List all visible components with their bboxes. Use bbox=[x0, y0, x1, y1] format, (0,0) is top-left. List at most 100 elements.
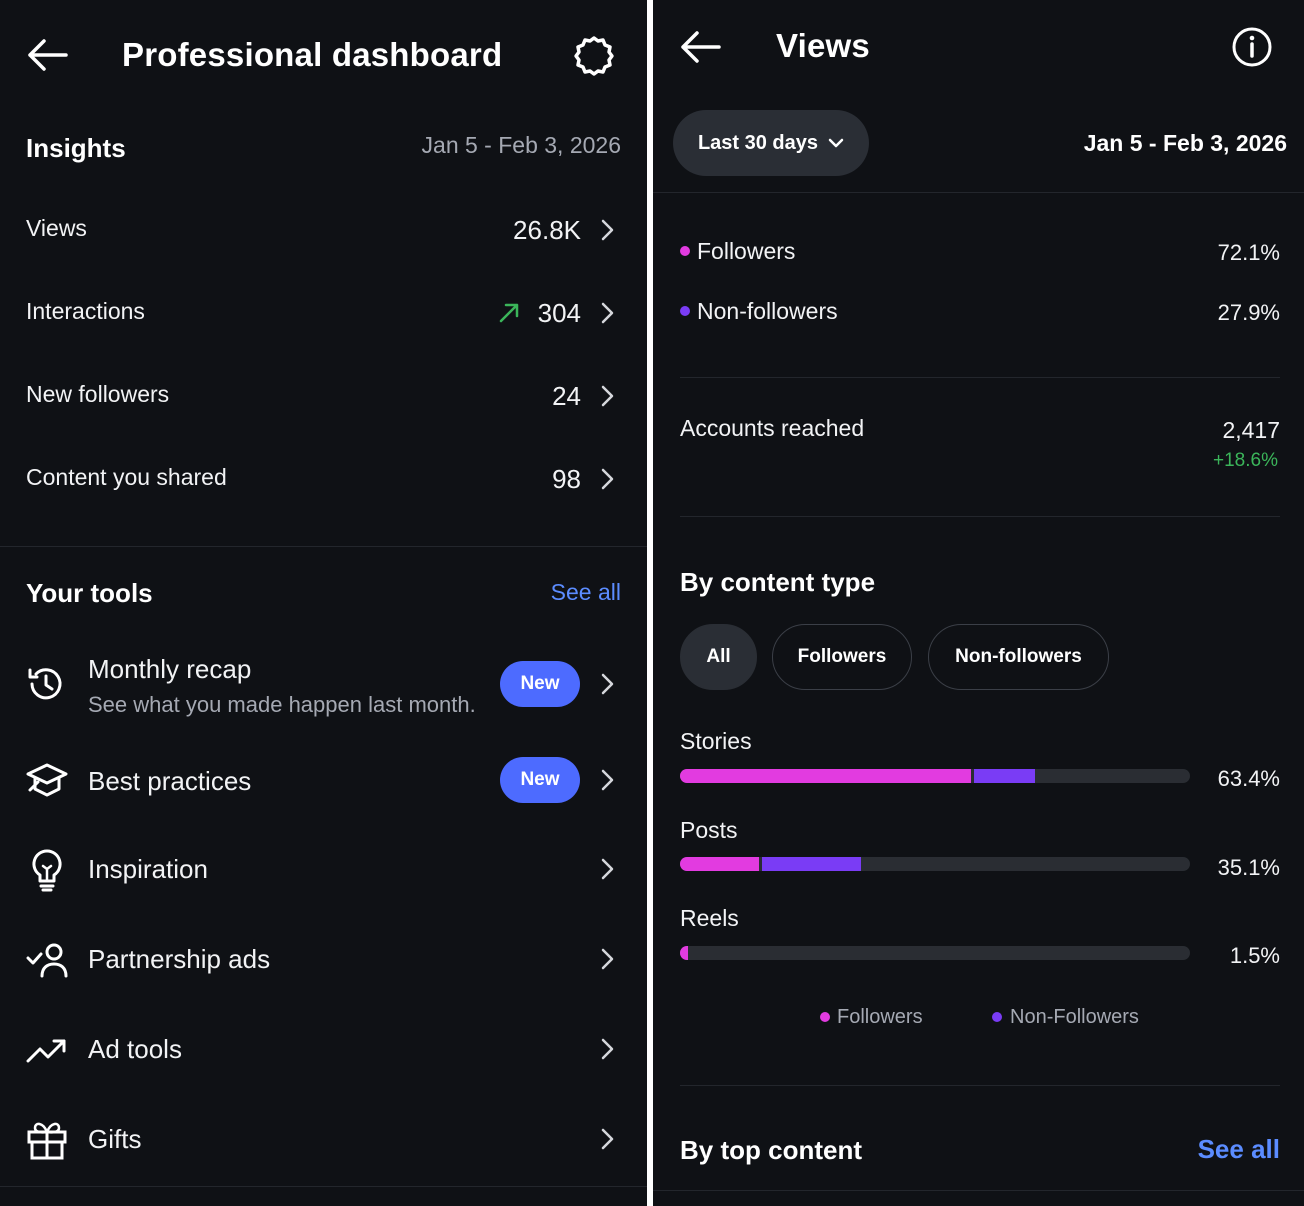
top-content-see-all-link[interactable]: See all bbox=[1198, 1134, 1280, 1165]
top-content-title: By top content bbox=[680, 1135, 862, 1165]
tool-label: Ad tools bbox=[88, 1034, 182, 1064]
page-title: Views bbox=[776, 27, 870, 64]
tool-item-ad-tools[interactable]: Ad tools bbox=[0, 1014, 647, 1086]
filter-non-followers[interactable]: Non-followers bbox=[928, 624, 1109, 690]
new-badge: New bbox=[500, 661, 580, 707]
section-divider bbox=[653, 192, 1304, 193]
content-row-label: Posts bbox=[680, 817, 738, 843]
accounts-reached-value: 2,417 bbox=[1222, 417, 1280, 443]
insights-date-range: Jan 5 - Feb 3, 2026 bbox=[421, 132, 621, 158]
stories-bar bbox=[680, 769, 1190, 783]
insight-row-interactions[interactable]: Interactions 304 bbox=[0, 278, 647, 348]
history-icon bbox=[26, 664, 66, 704]
professional-dashboard-panel: Professional dashboard Insights Jan 5 - … bbox=[0, 0, 647, 1206]
tool-label: Gifts bbox=[88, 1124, 142, 1154]
insight-label: Views bbox=[26, 215, 87, 241]
tool-label: Monthly recap bbox=[88, 654, 252, 684]
section-divider bbox=[680, 516, 1280, 517]
section-divider bbox=[680, 377, 1280, 378]
chevron-right-icon bbox=[601, 1128, 615, 1150]
insights-title: Insights bbox=[26, 133, 126, 163]
back-arrow-icon[interactable] bbox=[26, 36, 68, 74]
legend-followers-label: Followers bbox=[837, 1006, 923, 1028]
posts-followers-segment bbox=[680, 857, 759, 871]
followers-label: Followers bbox=[697, 238, 796, 264]
lightbulb-icon bbox=[28, 848, 66, 892]
graduation-cap-icon bbox=[26, 760, 68, 800]
stories-non-followers-segment bbox=[974, 769, 1035, 783]
non-followers-dot bbox=[680, 306, 690, 316]
tool-item-partnership-ads[interactable]: Partnership ads bbox=[0, 924, 647, 996]
insight-value: 26.8K bbox=[513, 215, 581, 245]
page-title: Professional dashboard bbox=[122, 36, 503, 73]
date-range-label: Last 30 days bbox=[697, 131, 819, 154]
tool-item-gifts[interactable]: Gifts bbox=[0, 1104, 647, 1176]
tool-subtitle: See what you made happen last month. bbox=[88, 692, 476, 717]
tool-item-inspiration[interactable]: Inspiration bbox=[0, 834, 647, 906]
reels-bar bbox=[680, 946, 1190, 960]
tools-title: Your tools bbox=[26, 578, 153, 608]
accounts-reached-label: Accounts reached bbox=[680, 415, 865, 441]
posts-bar bbox=[680, 857, 1190, 871]
section-divider bbox=[653, 1190, 1304, 1191]
stories-followers-segment bbox=[680, 769, 971, 783]
insight-label: Interactions bbox=[26, 298, 145, 324]
chevron-down-icon bbox=[828, 138, 844, 148]
insight-row-content-shared[interactable]: Content you shared 98 bbox=[0, 444, 647, 514]
new-badge: New bbox=[500, 757, 580, 803]
settings-gear-icon[interactable] bbox=[572, 34, 616, 78]
insight-value: 98 bbox=[552, 464, 581, 494]
accounts-reached-change: +18.6% bbox=[1213, 450, 1278, 471]
chevron-right-icon bbox=[601, 769, 615, 791]
followers-dot bbox=[680, 246, 690, 256]
chevron-right-icon bbox=[601, 219, 615, 241]
trending-line-icon bbox=[26, 1036, 68, 1064]
insight-label: New followers bbox=[26, 381, 170, 407]
chevron-right-icon bbox=[601, 948, 615, 970]
filter-all[interactable]: All bbox=[680, 624, 757, 690]
insight-row-new-followers[interactable]: New followers 24 bbox=[0, 361, 647, 431]
legend-non-followers-label: Non-Followers bbox=[1010, 1006, 1139, 1028]
trend-up-arrow-icon bbox=[498, 302, 520, 324]
posts-percent: 35.1% bbox=[1217, 855, 1280, 880]
content-type-title: By content type bbox=[680, 567, 876, 597]
views-panel: Views Last 30 days Jan 5 - Feb 3, 2026 F… bbox=[653, 0, 1304, 1206]
non-followers-label: Non-followers bbox=[697, 298, 838, 324]
insight-row-views[interactable]: Views 26.8K bbox=[0, 195, 647, 265]
filter-followers[interactable]: Followers bbox=[772, 624, 912, 690]
followers-percent: 72.1% bbox=[1217, 240, 1280, 265]
date-range-dropdown[interactable]: Last 30 days bbox=[673, 110, 869, 176]
section-divider bbox=[0, 1186, 647, 1187]
tool-label: Partnership ads bbox=[88, 944, 271, 974]
chevron-right-icon bbox=[601, 385, 615, 407]
insight-value: 24 bbox=[552, 381, 581, 411]
legend-followers-dot bbox=[820, 1012, 830, 1022]
chevron-right-icon bbox=[601, 468, 615, 490]
insight-value: 304 bbox=[537, 298, 581, 328]
chevron-right-icon bbox=[601, 673, 615, 695]
stories-percent: 63.4% bbox=[1217, 766, 1280, 791]
back-arrow-icon[interactable] bbox=[679, 28, 721, 66]
chevron-right-icon bbox=[601, 858, 615, 880]
section-divider bbox=[0, 546, 647, 547]
tool-label: Inspiration bbox=[88, 854, 208, 884]
chevron-right-icon bbox=[601, 1038, 615, 1060]
legend-non-followers-dot bbox=[992, 1012, 1002, 1022]
tool-item-best-practices[interactable]: Best practices New bbox=[0, 744, 647, 816]
tool-label: Best practices bbox=[88, 766, 252, 796]
content-row-label: Stories bbox=[680, 728, 752, 754]
reels-followers-segment bbox=[680, 946, 688, 960]
section-divider bbox=[680, 1085, 1280, 1086]
chevron-right-icon bbox=[601, 302, 615, 324]
partnership-person-icon bbox=[26, 942, 68, 978]
views-date-range: Jan 5 - Feb 3, 2026 bbox=[1083, 130, 1287, 156]
gift-icon bbox=[26, 1118, 68, 1160]
posts-non-followers-segment bbox=[762, 857, 861, 871]
content-row-label: Reels bbox=[680, 905, 739, 931]
tools-see-all-link[interactable]: See all bbox=[551, 579, 621, 606]
tool-item-monthly-recap[interactable]: Monthly recap See what you made happen l… bbox=[0, 640, 647, 730]
insight-label: Content you shared bbox=[26, 464, 227, 490]
reels-percent: 1.5% bbox=[1229, 943, 1280, 968]
info-icon[interactable] bbox=[1231, 26, 1273, 68]
non-followers-percent: 27.9% bbox=[1217, 300, 1280, 325]
